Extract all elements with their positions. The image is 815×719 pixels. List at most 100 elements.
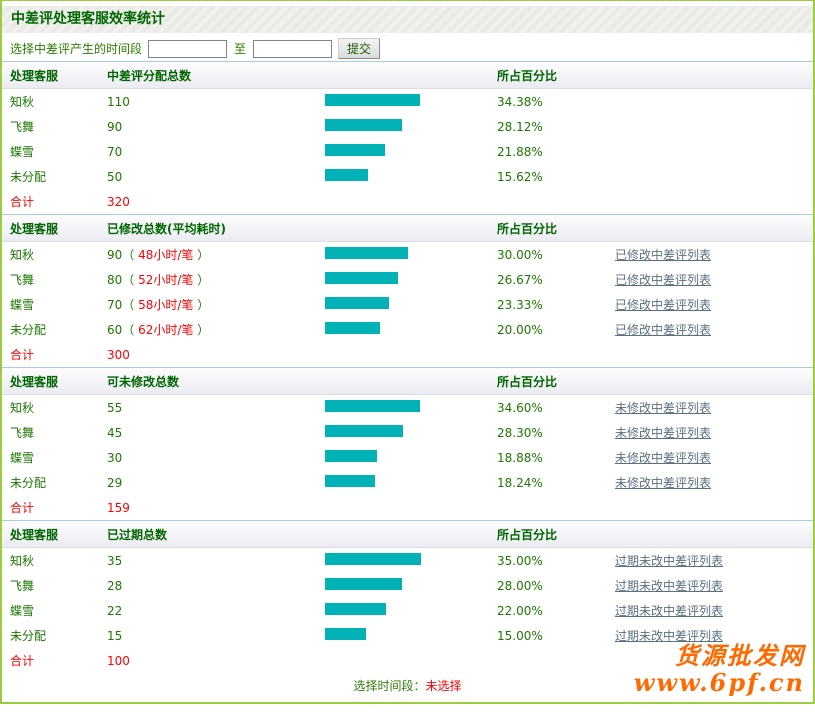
column-header-agent: 处理客服 [2, 373, 107, 390]
bar-cell [325, 450, 497, 465]
metric-value: 50 [107, 170, 325, 184]
table-row: 知秋11034.38% [2, 89, 813, 114]
percent-bar [325, 94, 420, 106]
date-filter-bar: 选择中差评产生的时间段 至 提交 [2, 36, 813, 61]
review-list-link[interactable]: 未修改中差评列表 [615, 451, 711, 465]
percent-bar [325, 322, 380, 334]
metric-value: 30 [107, 451, 325, 465]
metric-value-number: 70 [107, 145, 122, 159]
metric-value: 80（ 52小时/笔 ） [107, 271, 325, 288]
total-row: 合计300 [2, 342, 813, 367]
link-cell: 未修改中差评列表 [615, 399, 813, 416]
percent-bar [325, 247, 408, 259]
column-header-percent: 所占百分比 [497, 67, 615, 84]
review-list-link[interactable]: 未修改中差评列表 [615, 401, 711, 415]
link-cell: 过期未改中差评列表 [615, 577, 813, 594]
agent-name: 未分配 [2, 627, 107, 644]
section-modified: 处理客服已修改总数(平均耗时)所占百分比知秋90（ 48小时/笔 ）30.00%… [2, 214, 813, 367]
percent-bar [325, 297, 389, 309]
section-header: 处理客服中差评分配总数所占百分比 [2, 62, 813, 89]
agent-name: 知秋 [2, 93, 107, 110]
percent-value: 23.33% [497, 298, 615, 312]
table-row: 蝶雪70（ 58小时/笔 ）23.33%已修改中差评列表 [2, 292, 813, 317]
review-list-link[interactable]: 已修改中差评列表 [615, 323, 711, 337]
review-list-link[interactable]: 已修改中差评列表 [615, 248, 711, 262]
metric-value-number: 35 [107, 554, 122, 568]
bar-cell [325, 553, 497, 568]
metric-value-number: 60 [107, 323, 122, 337]
percent-bar [325, 553, 421, 565]
date-range-to-label: 至 [234, 40, 246, 57]
link-cell: 过期未改中差评列表 [615, 602, 813, 619]
column-header-metric: 可未修改总数 [107, 373, 325, 390]
agent-name: 飞舞 [2, 271, 107, 288]
metric-value-number: 90 [107, 120, 122, 134]
review-list-link[interactable]: 过期未改中差评列表 [615, 604, 723, 618]
link-cell: 未修改中差评列表 [615, 449, 813, 466]
table-row: 蝶雪2222.00%过期未改中差评列表 [2, 598, 813, 623]
paren-open: （ [122, 273, 138, 287]
percent-bar [325, 144, 385, 156]
link-cell: 过期未改中差评列表 [615, 552, 813, 569]
agent-name: 蝶雪 [2, 296, 107, 313]
review-list-link[interactable]: 未修改中差评列表 [615, 426, 711, 440]
bar-cell [325, 297, 497, 312]
percent-value: 15.62% [497, 170, 615, 184]
metric-value-number: 15 [107, 629, 122, 643]
date-filter-label: 选择中差评产生的时间段 [10, 40, 142, 57]
table-row: 知秋90（ 48小时/笔 ）30.00%已修改中差评列表 [2, 242, 813, 267]
review-list-link[interactable]: 未修改中差评列表 [615, 476, 711, 490]
metric-value: 90（ 48小时/笔 ） [107, 246, 325, 263]
percent-value: 28.12% [497, 120, 615, 134]
percent-bar [325, 578, 402, 590]
metric-value-number: 28 [107, 579, 122, 593]
section-header: 处理客服可未修改总数所占百分比 [2, 368, 813, 395]
bar-cell [325, 272, 497, 287]
section-unmodified: 处理客服可未修改总数所占百分比知秋5534.60%未修改中差评列表飞舞4528.… [2, 367, 813, 520]
metric-value: 45 [107, 426, 325, 440]
metric-value: 55 [107, 401, 325, 415]
percent-value: 28.30% [497, 426, 615, 440]
table-row: 未分配5015.62% [2, 164, 813, 189]
total-label: 合计 [2, 193, 107, 210]
review-list-link[interactable]: 过期未改中差评列表 [615, 554, 723, 568]
avg-time-value: 48小时/笔 [138, 248, 193, 262]
start-date-input[interactable] [148, 40, 227, 58]
metric-value-number: 80 [107, 273, 122, 287]
section-header: 处理客服已修改总数(平均耗时)所占百分比 [2, 215, 813, 242]
agent-name: 飞舞 [2, 424, 107, 441]
bar-cell [325, 475, 497, 490]
metric-value-number: 90 [107, 248, 122, 262]
table-row: 知秋3535.00%过期未改中差评列表 [2, 548, 813, 573]
percent-bar [325, 450, 377, 462]
bar-cell [325, 169, 497, 184]
table-row: 未分配2918.24%未修改中差评列表 [2, 470, 813, 495]
section-header: 处理客服已过期总数所占百分比 [2, 521, 813, 548]
paren-open: （ [122, 248, 138, 262]
review-list-link[interactable]: 已修改中差评列表 [615, 298, 711, 312]
metric-value-number: 50 [107, 170, 122, 184]
submit-button[interactable]: 提交 [338, 38, 380, 59]
page-title-bar: 中差评处理客服效率统计 [2, 6, 813, 33]
total-row: 合计320 [2, 189, 813, 214]
percent-value: 34.60% [497, 401, 615, 415]
bar-cell [325, 144, 497, 159]
percent-bar [325, 425, 403, 437]
column-header-percent: 所占百分比 [497, 526, 615, 543]
end-date-input[interactable] [253, 40, 332, 58]
metric-value: 70 [107, 145, 325, 159]
paren-close: ） [193, 323, 209, 337]
metric-value: 22 [107, 604, 325, 618]
link-cell: 未修改中差评列表 [615, 474, 813, 491]
agent-name: 知秋 [2, 552, 107, 569]
section-assigned: 处理客服中差评分配总数所占百分比知秋11034.38%飞舞9028.12%蝶雪7… [2, 61, 813, 214]
agent-name: 未分配 [2, 321, 107, 338]
avg-time-value: 62小时/笔 [138, 323, 193, 337]
metric-value: 60（ 62小时/笔 ） [107, 321, 325, 338]
review-list-link[interactable]: 过期未改中差评列表 [615, 579, 723, 593]
bar-cell [325, 603, 497, 618]
agent-name: 知秋 [2, 399, 107, 416]
review-list-link[interactable]: 已修改中差评列表 [615, 273, 711, 287]
table-row: 飞舞80（ 52小时/笔 ）26.67%已修改中差评列表 [2, 267, 813, 292]
bar-cell [325, 628, 497, 643]
